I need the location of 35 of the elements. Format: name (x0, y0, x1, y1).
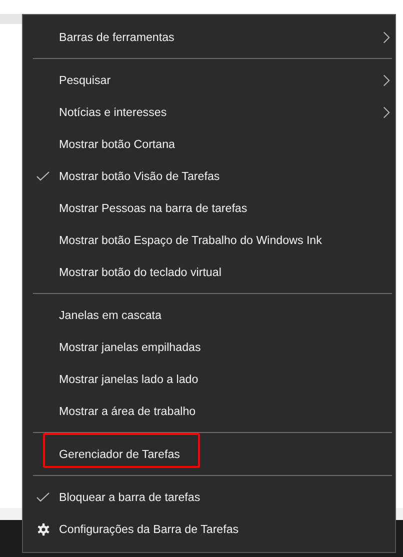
menu-item[interactable]: Gerenciador de Tarefas (23, 438, 395, 470)
menu-item[interactable]: Mostrar janelas lado a lado (23, 363, 395, 395)
menu-item-label: Bloquear a barra de tarefas (59, 490, 202, 504)
settings-icon (36, 522, 50, 536)
menu-item-label: Pesquisar (59, 74, 112, 86)
window-strip (0, 14, 22, 24)
menu-item-label: Mostrar janelas lado a lado (59, 372, 200, 386)
menu-item-label: Mostrar botão Cortana (59, 138, 176, 150)
menu-item-label: Janelas em cascata (59, 308, 162, 322)
menu-item-label: Mostrar botão Visão de Tarefas (59, 170, 221, 182)
menu-item[interactable]: Mostrar botão Visão de Tarefas (23, 160, 395, 192)
menu-item-label: Mostrar Pessoas na barra de tarefas (59, 202, 248, 214)
menu-item[interactable]: Barras de ferramentas (23, 21, 395, 53)
menu-item-label: Gerenciador de Tarefas (59, 448, 181, 460)
menu-item[interactable]: Pesquisar (23, 64, 395, 96)
menu-item[interactable]: Mostrar a área de trabalho (23, 395, 395, 427)
menu-item-label: Configurações da Barra de Tarefas (59, 522, 240, 536)
menu-item[interactable]: Mostrar botão Espaço de Trabalho do Windows Ink (23, 224, 395, 256)
menu-item[interactable]: Bloquear a barra de tarefas (23, 481, 395, 513)
menu-item-label: Mostrar botão do teclado virtual (59, 266, 222, 278)
menu-item-label: Mostrar a área de trabalho (59, 404, 197, 418)
menu-item[interactable]: Janelas em cascata (23, 299, 395, 331)
menu-item-label: Barras de ferramentas (59, 30, 176, 44)
chevron-right-icon (383, 106, 390, 118)
menu-item[interactable]: Mostrar botão do teclado virtual (23, 256, 395, 288)
menu-item[interactable]: Mostrar Pessoas na barra de tarefas (23, 192, 395, 224)
settings-menu-item[interactable]: Configurações da Barra de Tarefas (23, 513, 395, 545)
menu-item-label: Mostrar janelas empilhadas (59, 340, 202, 354)
chevron-right-icon (383, 74, 390, 86)
menu-item[interactable]: Notícias e interesses (23, 96, 395, 128)
menu-item-label: Mostrar botão Espaço de Trabalho do Windows Ink (59, 234, 323, 246)
menu-item-label: Notícias e interesses (59, 106, 168, 118)
menu-item[interactable]: Mostrar botão Cortana (23, 128, 395, 160)
menu-item[interactable]: Mostrar janelas empilhadas (23, 331, 395, 363)
chevron-right-icon (383, 30, 390, 44)
